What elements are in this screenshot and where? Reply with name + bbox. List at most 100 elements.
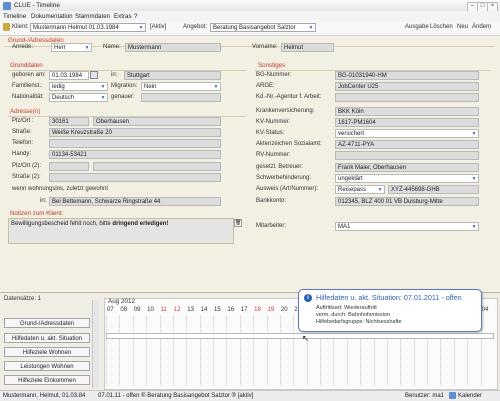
az-label: Aktenzeichen Sozialamt: — [256, 141, 322, 147]
strasse-field[interactable]: Weiße Kreuzstraße 20 — [49, 128, 221, 137]
geboren-field[interactable]: 01.03.1984 — [49, 71, 89, 80]
migration-label: Migration: — [111, 83, 138, 89]
bg-label: BG-Nummer: — [256, 72, 292, 78]
familienstand-select[interactable]: ledig ▼ — [49, 82, 108, 91]
hilfedaten-bar[interactable] — [106, 333, 494, 339]
grunddaten-title: Grunddaten — [10, 62, 43, 69]
bank-label: Bankkonto: — [256, 198, 287, 204]
status-user: Benutzer: ma1 — [405, 392, 445, 399]
timeline-day-column — [279, 316, 281, 386]
nav-grunddaten-label: Grund-/Adressdaten — [19, 321, 75, 327]
timeline-day-label: 07 — [107, 307, 114, 313]
arge-field[interactable]: JobCenter U25 — [335, 82, 479, 91]
geboren-label: geboren am: — [12, 72, 46, 78]
calendar-icon[interactable] — [90, 71, 98, 79]
nationalitaet-label: Nationalität: — [12, 94, 44, 100]
bg-field[interactable]: BG-01031940-HM — [335, 71, 479, 80]
nationalitaet-select[interactable]: Deutsch ▼ — [49, 93, 108, 102]
rv-field[interactable] — [335, 151, 479, 160]
plz-field[interactable]: 30161 — [49, 117, 89, 126]
nav-grunddaten[interactable]: Grund-/Adressdaten — [4, 318, 90, 328]
timeline-day-label: 19 — [267, 307, 275, 313]
strasse2-field[interactable] — [49, 173, 221, 182]
timeline-day-label: 04 — [481, 307, 489, 313]
notizen-text-bold: dringend erledigen! — [112, 221, 169, 227]
notes-delete-icon[interactable]: 🗑 — [234, 219, 242, 227]
status-calendar[interactable]: Kalender — [458, 393, 482, 399]
ausweis-type-select[interactable]: Reisepass ▼ — [335, 185, 385, 194]
nav-hilfeziele-wohnen[interactable]: Hilfeziele Wohnen — [4, 347, 90, 357]
menu-extras[interactable]: Extras — [114, 13, 132, 20]
handy-field[interactable]: 01134-53421 — [49, 150, 221, 159]
chevron-down-icon: ▼ — [471, 131, 477, 137]
geburtsort-field[interactable]: Stuttgart — [124, 71, 221, 80]
timeline-day-label: 10 — [147, 307, 154, 313]
kvstatus-label: KV-Status: — [256, 130, 285, 136]
menu-help[interactable]: ? — [134, 13, 137, 20]
name-field[interactable]: Mustermann — [125, 43, 221, 52]
loeschen-button[interactable]: Löschen — [430, 24, 453, 30]
nav-hilfedaten[interactable]: Hilfedaten u. akt. Situation — [4, 333, 90, 343]
telefon-field[interactable] — [49, 139, 221, 148]
timeline-day-label: 11 — [160, 307, 167, 313]
toolbar: Klient: Mustermann Helmut 01.03.1984 ▼ [… — [0, 21, 500, 36]
kvstatus-select[interactable]: versichert ▼ — [335, 129, 479, 138]
timeline-scrollbar[interactable] — [92, 300, 99, 388]
plz-label: Plz/Ort : — [12, 118, 34, 124]
mitarbeiter-select[interactable]: MA1 ▼ — [335, 222, 479, 231]
close-icon[interactable]: × — [487, 1, 498, 12]
mitarbeiter-value: MA1 — [338, 224, 351, 230]
menu-dokumentation[interactable]: Dokumentation — [31, 13, 73, 20]
kd-label: Kd.-Nr.-Agentur f. Arbeit: — [256, 94, 322, 100]
ausweis-number-field[interactable]: XYZ-445698-GHB — [388, 185, 479, 194]
client-select-value: Mustermann Helmut 01.03.1984 — [33, 25, 119, 31]
genauer-field[interactable] — [141, 93, 221, 102]
timeline-day-column — [213, 316, 215, 386]
timeline-day-column — [266, 316, 268, 386]
anrede-select[interactable]: Herr ▼ — [51, 43, 92, 52]
notizen-title: Notizen zum Klient: — [10, 210, 64, 217]
vorname-field[interactable]: Helmut — [281, 43, 334, 52]
app-icon — [3, 1, 11, 10]
ort2-field[interactable] — [93, 162, 221, 171]
menu-timeline[interactable]: Timeline — [3, 13, 26, 20]
kv-field[interactable]: BKK Köln — [335, 107, 479, 116]
ausgabe-button[interactable]: Ausgabe — [405, 24, 429, 30]
bank-field[interactable]: 012345, BLZ 400 01 VB Duisburg-Mitte — [335, 197, 479, 206]
aendern-button[interactable]: Ändern — [472, 24, 491, 30]
migration-select[interactable]: Nein ▼ — [141, 82, 221, 91]
neu-button[interactable]: Neu — [457, 24, 468, 30]
chevron-down-icon: ▼ — [100, 84, 106, 90]
chevron-down-icon: ▼ — [138, 25, 144, 31]
notizen-textarea[interactable]: Bewilligungsbescheid fehlt noch, bitte d… — [8, 218, 234, 244]
nationalitaet-value: Deutsch — [52, 95, 75, 101]
offer-select[interactable]: Beratung Basisangebot Salztor ▼ — [210, 23, 316, 32]
nav-leistungen-wohnen[interactable]: Leistungen Wohnen — [4, 361, 90, 371]
arge-label: ARGE: — [256, 83, 275, 89]
offer-label: Angebot: — [183, 24, 208, 30]
calendar-icon[interactable] — [449, 392, 456, 399]
schwer-select[interactable]: ungeklärt ▼ — [335, 174, 479, 183]
vorname-label: Vorname: — [252, 44, 278, 50]
client-select[interactable]: Mustermann Helmut 01.03.1984 ▼ — [30, 23, 146, 32]
handy-label: Handy: — [12, 151, 32, 157]
az-field[interactable]: AZ-4711-PYA — [335, 140, 479, 149]
chevron-down-icon: ▼ — [213, 84, 219, 90]
schwer-label: Schwerbehinderung: — [256, 175, 312, 181]
timeline-day-label: 13 — [187, 307, 194, 313]
nav-hilfeziele-einkommen[interactable]: Hilfeziele Einkommen — [4, 375, 90, 385]
tooltip-title: Hilfedaten u. akt. Situation: 07.01.2011… — [316, 293, 462, 302]
timeline-day-column — [239, 316, 241, 386]
strasse2-label: Straße (2): — [12, 174, 41, 180]
offer-select-value: Beratung Basisangebot Salztor — [213, 25, 296, 31]
betreuer-field[interactable]: Frank Maier, Oberhausen — [335, 163, 479, 172]
ort-field[interactable]: Oberhausen — [93, 117, 221, 126]
kd-field[interactable] — [335, 93, 479, 102]
timeline-day-column — [132, 316, 134, 386]
menu-stammdaten[interactable]: Stammdaten — [75, 13, 110, 20]
zuletzt-in-label: in: — [40, 198, 47, 204]
plz2-field[interactable] — [49, 162, 89, 171]
kvnr-field[interactable]: 1617-PM1604 — [335, 118, 479, 127]
zuletzt-field[interactable]: Bei Bettemann, Schwarze Ringstraße 44 — [49, 197, 221, 206]
tooltip-line: verm. durch: Bahnhofsmission — [316, 312, 390, 318]
